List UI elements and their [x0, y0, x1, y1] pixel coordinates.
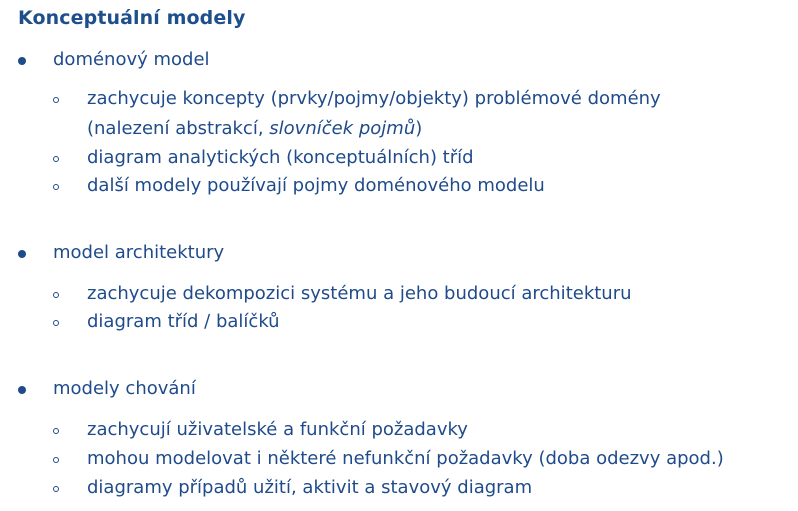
- sub-item-prefix: (nalezení abstrakcí,: [87, 118, 270, 139]
- bullet-dot: [18, 57, 26, 65]
- bullet-dot: [18, 386, 26, 394]
- sub-bullet-circle: [53, 156, 59, 162]
- section-label-architecture-model: model architektury: [53, 242, 225, 263]
- sub-item-text: mohou modelovat i některé nefunkční poža…: [87, 448, 724, 469]
- sub-item-text: zachycuje dekompozici systému a jeho bud…: [87, 283, 632, 304]
- slide-title: Konceptuální modely: [18, 7, 246, 29]
- sub-item-italic: slovníček pojmů: [269, 118, 416, 139]
- sub-bullet-circle: [53, 486, 59, 492]
- sub-bullet-circle: [53, 320, 59, 326]
- sub-item-text: zachycují uživatelské a funkční požadavk…: [87, 419, 468, 440]
- section-label-behavior-models: modely chování: [53, 378, 196, 399]
- slide: Konceptuální modely doménový model zachy…: [0, 0, 798, 511]
- sub-item-suffix: ): [415, 118, 423, 139]
- sub-item-text: diagram analytických (konceptuálních) tř…: [87, 147, 474, 168]
- section-label-domain-model: doménový model: [53, 49, 210, 70]
- sub-bullet-circle: [53, 428, 59, 434]
- sub-bullet-circle: [53, 184, 59, 190]
- bullet-dot: [18, 250, 26, 258]
- sub-item-text: diagramy případů užití, aktivit a stavov…: [87, 477, 533, 498]
- sub-item-text: diagram tříd / balíčků: [87, 311, 280, 332]
- sub-item-text: další modely používají pojmy doménového …: [87, 175, 545, 196]
- sub-bullet-circle: [53, 97, 59, 103]
- sub-bullet-circle: [53, 292, 59, 298]
- sub-item-continuation: (nalezení abstrakcí, slovníček pojmů): [87, 120, 422, 138]
- sub-bullet-circle: [53, 457, 59, 463]
- sub-item-text: zachycuje koncepty (prvky/pojmy/objekty)…: [87, 88, 661, 109]
